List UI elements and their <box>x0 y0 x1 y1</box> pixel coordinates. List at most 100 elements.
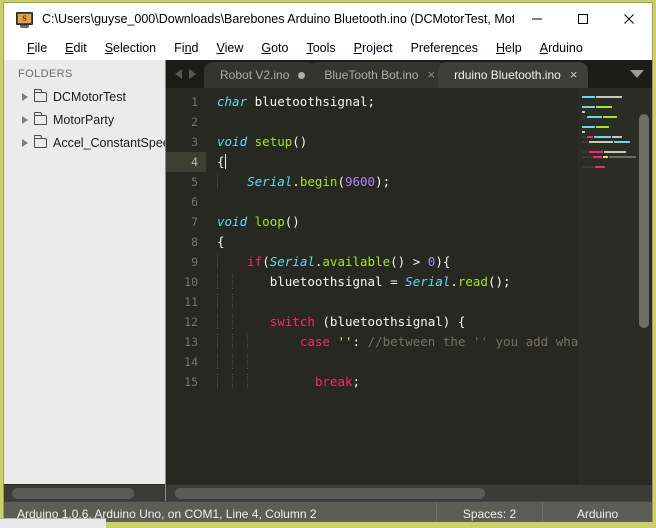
code-token-op: . <box>292 174 300 189</box>
code-line: Serial.begin(9600); <box>217 172 578 192</box>
code-token-op: bluetoothsignal = <box>247 274 406 289</box>
text-cursor <box>224 154 226 169</box>
next-tab-arrow-icon[interactable] <box>189 69 196 79</box>
code-line: char bluetoothsignal; <box>217 92 578 112</box>
tab-label: BlueTooth Bot.ino <box>324 68 419 82</box>
line-number: 10 <box>184 275 198 289</box>
indent-guide <box>232 294 234 309</box>
line-number: 11 <box>184 295 198 309</box>
sublime-text-app-icon: S <box>16 11 33 28</box>
chevron-down-icon <box>630 70 644 78</box>
tab-label: rduino Bluetooth.ino <box>454 68 561 82</box>
indent-guide <box>232 274 234 289</box>
tab-rduino-bluetooth-ino[interactable]: rduino Bluetooth.ino × <box>438 62 589 88</box>
menu-item-edit[interactable]: Edit <box>56 38 96 58</box>
indent-guide <box>217 354 218 369</box>
menu-item-find[interactable]: Find <box>165 38 207 58</box>
code-token-op <box>232 174 247 189</box>
code-line: case '': //between the '' you add what i… <box>217 332 578 352</box>
code-line: { <box>217 232 578 252</box>
folder-label: DCMotorTest <box>53 89 126 104</box>
code-line: if(Serial.available() > 0){ <box>217 252 578 272</box>
tab-bar: Robot V2.ino BlueTooth Bot.ino × rduino Blu… <box>166 60 652 88</box>
editor-horizontal-scrollbar[interactable] <box>166 484 652 501</box>
menu-item-selection[interactable]: Selection <box>96 38 165 58</box>
code-token-typ: Serial <box>247 174 293 189</box>
code-token-op: : <box>352 334 368 349</box>
previous-tab-arrow-icon[interactable] <box>175 69 182 79</box>
folder-list: DCMotorTest MotorParty Accel_ConstantSpee <box>4 85 165 154</box>
taskbar-strip <box>0 518 106 528</box>
line-number: 6 <box>191 195 198 209</box>
code-token-fn: setup <box>254 134 293 149</box>
folder-item-accel_constantspee[interactable]: Accel_ConstantSpee <box>4 131 165 154</box>
code-text-area[interactable]: char bluetoothsignal; void setup(){ Seri… <box>206 88 578 484</box>
editor-scroll-thumb[interactable] <box>175 488 485 499</box>
tab-overflow-menu-button[interactable] <box>622 60 652 88</box>
line-number: 15 <box>184 375 198 389</box>
menu-item-arduino[interactable]: Arduino <box>531 38 592 58</box>
minimize-button[interactable] <box>514 3 560 35</box>
line-number-gutter: 1 2 3 4 5 6 7 8 9 10 11 12 13 14 15 <box>166 88 206 484</box>
menu-item-preferences[interactable]: Preferences <box>402 38 487 58</box>
code-viewport: 1 2 3 4 5 6 7 8 9 10 11 12 13 14 15 char bluetoothsign… <box>166 88 652 484</box>
indent-guide <box>217 274 218 289</box>
expand-triangle-icon[interactable] <box>22 92 28 101</box>
code-token-typ: Serial <box>405 274 451 289</box>
code-token-typ: char <box>217 94 248 109</box>
maximize-button[interactable] <box>560 3 606 35</box>
menu-item-tools[interactable]: Tools <box>297 38 344 58</box>
menu-item-project[interactable]: Project <box>345 38 402 58</box>
code-token-kw: case <box>299 334 330 349</box>
expand-triangle-icon[interactable] <box>22 138 28 147</box>
minimap[interactable] <box>578 88 636 484</box>
tab-robot-v2-ino[interactable]: Robot V2.ino <box>204 62 317 88</box>
tab-navigation <box>166 60 204 88</box>
tab-bluetooth-bot-ino[interactable]: BlueTooth Bot.ino × <box>308 62 447 88</box>
folder-icon <box>33 134 47 148</box>
menu-item-help[interactable]: Help <box>487 38 531 58</box>
close-button[interactable] <box>606 3 652 35</box>
code-token-typ: Serial <box>269 254 315 269</box>
expand-triangle-icon[interactable] <box>22 115 28 124</box>
code-token-op <box>247 134 255 149</box>
code-token-kw: switch <box>269 314 315 329</box>
code-token-op: { <box>217 154 225 169</box>
folder-icon <box>33 111 47 125</box>
code-token-op: ){ <box>435 254 451 269</box>
code-token-op: ; <box>352 374 361 389</box>
editor-area: Robot V2.ino BlueTooth Bot.ino × rduino Blu… <box>166 60 652 501</box>
vertical-scroll-thumb[interactable] <box>639 114 649 328</box>
tab-close-icon[interactable]: × <box>427 68 435 81</box>
indent-guide <box>247 334 249 349</box>
code-token-op <box>262 374 315 389</box>
code-token-typ: void <box>217 134 248 149</box>
code-line <box>217 292 578 312</box>
tab-label: Robot V2.ino <box>220 68 290 82</box>
indent-guide <box>247 374 249 389</box>
folder-item-dcmotortest[interactable]: DCMotorTest <box>4 85 165 108</box>
menu-item-file[interactable]: File <box>18 38 56 58</box>
folder-item-motorparty[interactable]: MotorParty <box>4 108 165 131</box>
tab-close-icon[interactable]: × <box>570 68 578 81</box>
code-token-op <box>247 214 255 229</box>
code-token-cmt: //between the '' you add what it nee <box>367 334 578 349</box>
sidebar-horizontal-scrollbar[interactable] <box>4 484 165 501</box>
code-line: switch (bluetoothsignal) { <box>217 312 578 332</box>
code-line <box>217 352 578 372</box>
menu-item-view[interactable]: View <box>207 38 252 58</box>
indent-guide <box>217 294 218 309</box>
sidebar-scroll-thumb[interactable] <box>12 488 134 499</box>
folder-label: MotorParty <box>53 112 115 127</box>
line-number: 1 <box>191 95 198 109</box>
code-token-kw: if <box>247 254 263 269</box>
code-token-kw: break <box>314 374 353 389</box>
vertical-scrollbar[interactable] <box>636 88 652 484</box>
menu-item-goto[interactable]: Goto <box>252 38 297 58</box>
code-token-fn: loop <box>254 214 285 229</box>
window-controls <box>514 3 652 35</box>
line-number: 5 <box>191 175 198 189</box>
code-token-typ: void <box>217 214 248 229</box>
application-window: S C:\Users\guyse_000\Downloads\Barebones… <box>3 2 653 526</box>
